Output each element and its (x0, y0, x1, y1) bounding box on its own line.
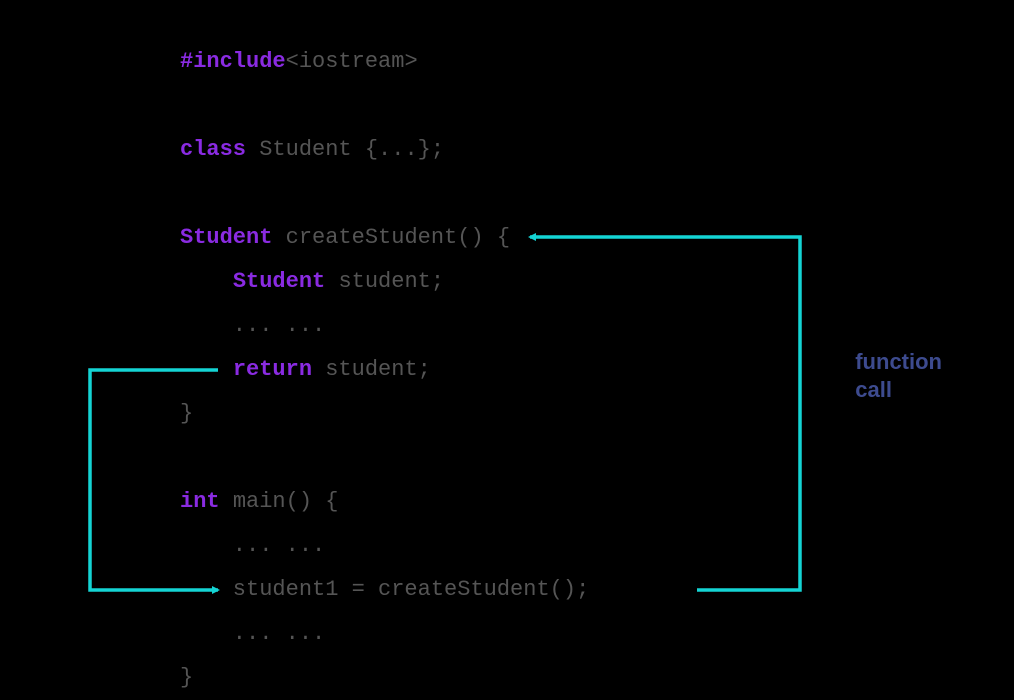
code-token: Student (233, 269, 339, 294)
code-token: #include (180, 49, 286, 74)
code-token: ... ... (180, 621, 325, 646)
code-token: student1 = createStudent(); (180, 577, 589, 602)
code-token: createStudent() { (286, 225, 510, 250)
code-line-8: } (180, 392, 589, 436)
code-token: main() { (233, 489, 339, 514)
code-token: int (180, 489, 233, 514)
code-token: ... ... (180, 313, 325, 338)
code-line-10: int main() { (180, 480, 589, 524)
code-token: student; (325, 357, 431, 382)
code-line-13: ... ... (180, 612, 589, 656)
code-token: <iostream> (286, 49, 418, 74)
code-line-2: class Student {...}; (180, 128, 589, 172)
code-line-6: ... ... (180, 304, 589, 348)
annotation-line2: call (855, 376, 942, 404)
code-token (180, 269, 233, 294)
code-token: student; (338, 269, 444, 294)
code-token: class (180, 137, 259, 162)
code-line-3 (180, 172, 589, 216)
code-line-7: return student; (180, 348, 589, 392)
code-token: } (180, 401, 193, 426)
code-token: return (233, 357, 325, 382)
code-line-11: ... ... (180, 524, 589, 568)
code-line-9 (180, 436, 589, 480)
annotation-function-call: function call (855, 348, 942, 404)
code-line-14: } (180, 656, 589, 700)
code-line-12: student1 = createStudent(); (180, 568, 589, 612)
code-line-4: Student createStudent() { (180, 216, 589, 260)
code-line-1 (180, 84, 589, 128)
code-token: } (180, 665, 193, 690)
code-token: ... ... (180, 533, 325, 558)
code-line-5: Student student; (180, 260, 589, 304)
code-token: Student (180, 225, 286, 250)
code-token: Student {...}; (259, 137, 444, 162)
code-token (180, 357, 233, 382)
code-line-0: #include<iostream> (180, 40, 589, 84)
annotation-line1: function (855, 348, 942, 376)
code-block: #include<iostream>class Student {...};St… (180, 40, 589, 700)
